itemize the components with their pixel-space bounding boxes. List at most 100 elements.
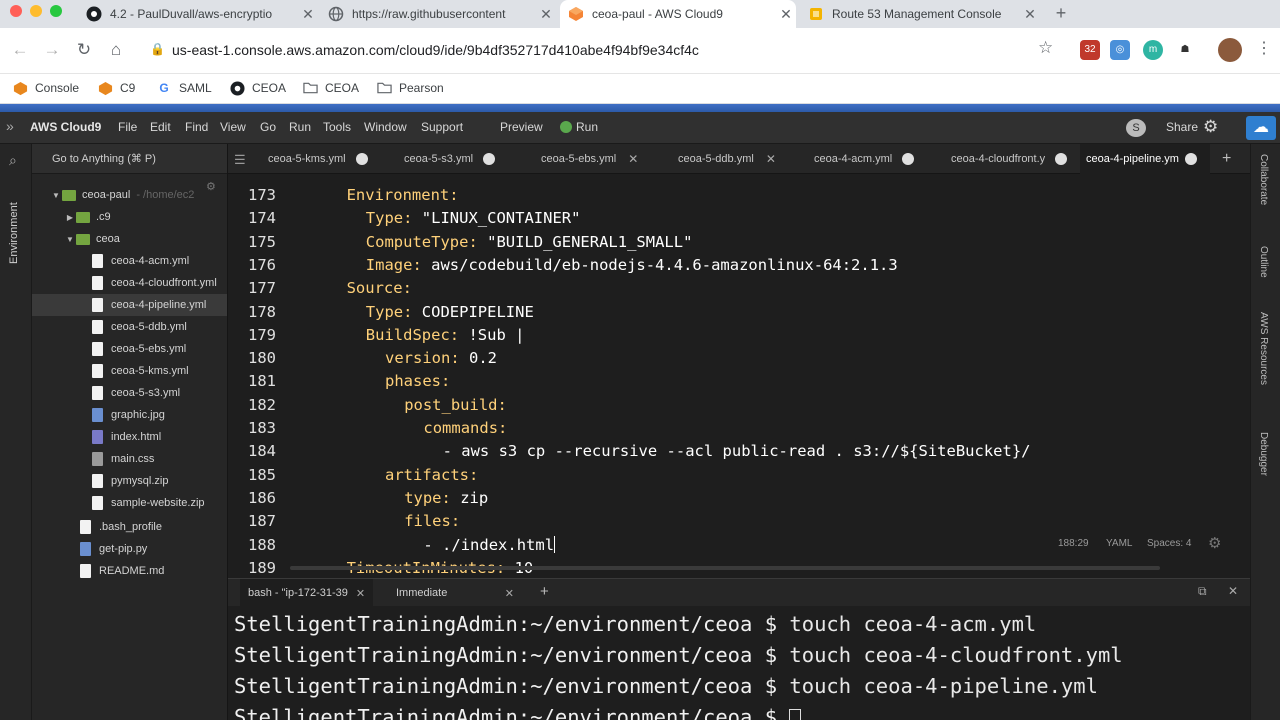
home-icon[interactable]: ⌂ (106, 40, 126, 60)
url-bar[interactable]: 🔒 us-east-1.console.aws.amazon.com/cloud… (140, 36, 1030, 66)
editor-tab-active[interactable]: ceoa-4-pipeline.ym (1080, 144, 1210, 174)
menu-tools[interactable]: Tools (323, 120, 351, 134)
bookmark-console[interactable]: Console (12, 80, 79, 96)
tree-file[interactable]: index.html (32, 426, 227, 448)
menu-support[interactable]: Support (421, 120, 463, 134)
maximize-window-button[interactable] (50, 5, 62, 17)
tree-folder-root[interactable]: ▼ ceoa-paul - /home/ec2 (32, 184, 227, 206)
forward-arrow-icon[interactable]: → (42, 40, 62, 60)
menu-edit[interactable]: Edit (150, 120, 171, 134)
extension-badge-icon[interactable]: 32 (1080, 40, 1100, 60)
reload-icon[interactable]: ↻ (74, 40, 94, 60)
close-window-button[interactable] (10, 5, 22, 17)
menu-find[interactable]: Find (185, 120, 208, 134)
tree-file[interactable]: ceoa-5-s3.yml (32, 382, 227, 404)
tree-file[interactable]: main.css (32, 448, 227, 470)
close-tab-icon[interactable]: ✕ (356, 587, 365, 600)
tab-list-icon[interactable]: ☰ (234, 152, 246, 168)
editor-tab[interactable]: ceoa-4-cloudfront.y (951, 144, 1085, 174)
gear-icon[interactable]: ⚙ (1203, 117, 1218, 137)
menu-run[interactable]: Run (289, 120, 311, 134)
menu-view[interactable]: View (220, 120, 246, 134)
brand-menu[interactable]: AWS Cloud9 (30, 120, 101, 134)
collaborate-panel-tab[interactable]: Collaborate (1258, 154, 1269, 205)
tree-file[interactable]: pymysql.zip (32, 470, 227, 492)
environment-panel-tab[interactable]: Environment (8, 184, 20, 264)
close-pane-icon[interactable]: ✕ (1228, 584, 1238, 598)
close-tab-icon[interactable]: ✕ (505, 587, 514, 600)
close-tab-icon[interactable]: ✕ (298, 6, 318, 23)
menu-go[interactable]: Go (260, 120, 276, 134)
cursor-position[interactable]: 188:29 (1058, 538, 1089, 549)
tree-file[interactable]: README.md (32, 560, 227, 582)
user-avatar[interactable]: S (1126, 119, 1146, 137)
debugger-panel-tab[interactable]: Debugger (1258, 432, 1269, 476)
collapse-icon[interactable]: » (6, 118, 14, 134)
share-button[interactable]: Share (1166, 120, 1198, 134)
outline-panel-tab[interactable]: Outline (1258, 246, 1269, 278)
goto-anything-bar[interactable]: Go to Anything (⌘ P) (32, 144, 227, 174)
browser-tab-active[interactable]: ceoa-paul - AWS Cloud9 ✕ (560, 0, 796, 28)
close-tab-icon[interactable]: ✕ (628, 152, 638, 166)
profile-avatar[interactable] (1218, 38, 1242, 62)
bookmark-ceoa-github[interactable]: CEOA (229, 80, 286, 96)
preview-button[interactable]: Preview (500, 120, 543, 134)
new-tab-button[interactable]: + (1050, 2, 1072, 24)
close-tab-icon[interactable]: ✕ (776, 6, 796, 23)
bookmark-saml[interactable]: G SAML (156, 80, 211, 96)
tree-file[interactable]: ceoa-5-ebs.yml (32, 338, 227, 360)
editor-tab[interactable]: ceoa-5-ddb.yml ✕ (678, 144, 816, 174)
bookmark-ceoa-folder[interactable]: CEOA (302, 80, 359, 96)
tree-file[interactable]: get-pip.py (32, 538, 227, 560)
tree-file[interactable]: graphic.jpg (32, 404, 227, 426)
editor-tab[interactable]: ceoa-5-kms.yml (268, 144, 406, 174)
tree-folder-c9[interactable]: ▶ .c9 (32, 206, 227, 228)
terminal-tab-bash[interactable]: bash - "ip-172-31-39 ✕ (240, 579, 374, 607)
tree-file[interactable]: sample-website.zip (32, 492, 227, 514)
menu-window[interactable]: Window (364, 120, 407, 134)
menu-file[interactable]: File (118, 120, 137, 134)
language-mode[interactable]: YAML (1106, 538, 1133, 549)
browser-tab[interactable]: Route 53 Management Console ✕ (800, 0, 1040, 28)
horizontal-scrollbar[interactable] (290, 566, 1160, 570)
editor-tab[interactable]: ceoa-4-acm.yml (814, 144, 952, 174)
terminal-tab-immediate[interactable]: Immediate ✕ (388, 579, 520, 607)
tree-file[interactable]: ceoa-4-cloudfront.yml (32, 272, 227, 294)
tree-folder-ceoa[interactable]: ▼ ceoa (32, 228, 227, 250)
gear-icon[interactable]: ⚙ (1208, 534, 1221, 552)
unsaved-dot-icon[interactable] (902, 153, 915, 165)
aws-cloud-icon[interactable]: ☁ (1246, 116, 1276, 140)
close-tab-icon[interactable]: ✕ (766, 152, 776, 166)
extension-icon[interactable]: ◎ (1110, 40, 1130, 60)
add-terminal-icon[interactable]: + (540, 583, 549, 600)
tree-file[interactable]: .bash_profile (32, 516, 227, 538)
search-icon[interactable]: ⌕ (9, 152, 17, 169)
unsaved-dot-icon[interactable] (1055, 153, 1068, 165)
editor-tab[interactable]: ceoa-5-ebs.yml ✕ (541, 144, 679, 174)
close-tab-icon[interactable]: ✕ (1020, 6, 1040, 23)
extension-icon[interactable]: ☗ (1175, 40, 1195, 60)
extension-icon[interactable]: m (1143, 40, 1163, 60)
more-menu-icon[interactable]: ⋮ (1256, 38, 1272, 58)
bookmark-star-icon[interactable]: ☆ (1038, 38, 1053, 58)
unsaved-dot-icon[interactable] (483, 153, 496, 165)
tree-file[interactable]: ceoa-5-kms.yml (32, 360, 227, 382)
maximize-pane-icon[interactable]: ⧉ (1198, 584, 1207, 599)
unsaved-dot-icon[interactable] (355, 153, 368, 165)
browser-tab[interactable]: https://raw.githubusercontent ✕ (320, 0, 556, 28)
tree-file-selected[interactable]: ceoa-4-pipeline.yml (32, 294, 227, 316)
bookmark-c9[interactable]: C9 (97, 80, 135, 96)
indent-setting[interactable]: Spaces: 4 (1147, 538, 1191, 549)
back-arrow-icon[interactable]: ← (10, 40, 30, 60)
terminal-output[interactable]: StelligentTrainingAdmin:~/environment/ce… (228, 606, 1250, 720)
close-tab-icon[interactable]: ✕ (536, 6, 556, 23)
editor-tab[interactable]: ceoa-5-s3.yml (404, 144, 542, 174)
add-tab-icon[interactable]: + (1222, 150, 1231, 168)
tree-file[interactable]: ceoa-5-ddb.yml (32, 316, 227, 338)
tree-file[interactable]: ceoa-4-acm.yml (32, 250, 227, 272)
browser-tab[interactable]: 4.2 - PaulDuvall/aws-encryptio ✕ (78, 0, 318, 28)
run-button[interactable]: Run (560, 120, 598, 134)
code-editor[interactable]: 173 Environment: 174 Type: "LINUX_CONTAINER… (228, 174, 1250, 574)
minimize-window-button[interactable] (30, 5, 42, 17)
unsaved-dot-icon[interactable] (1184, 153, 1197, 165)
